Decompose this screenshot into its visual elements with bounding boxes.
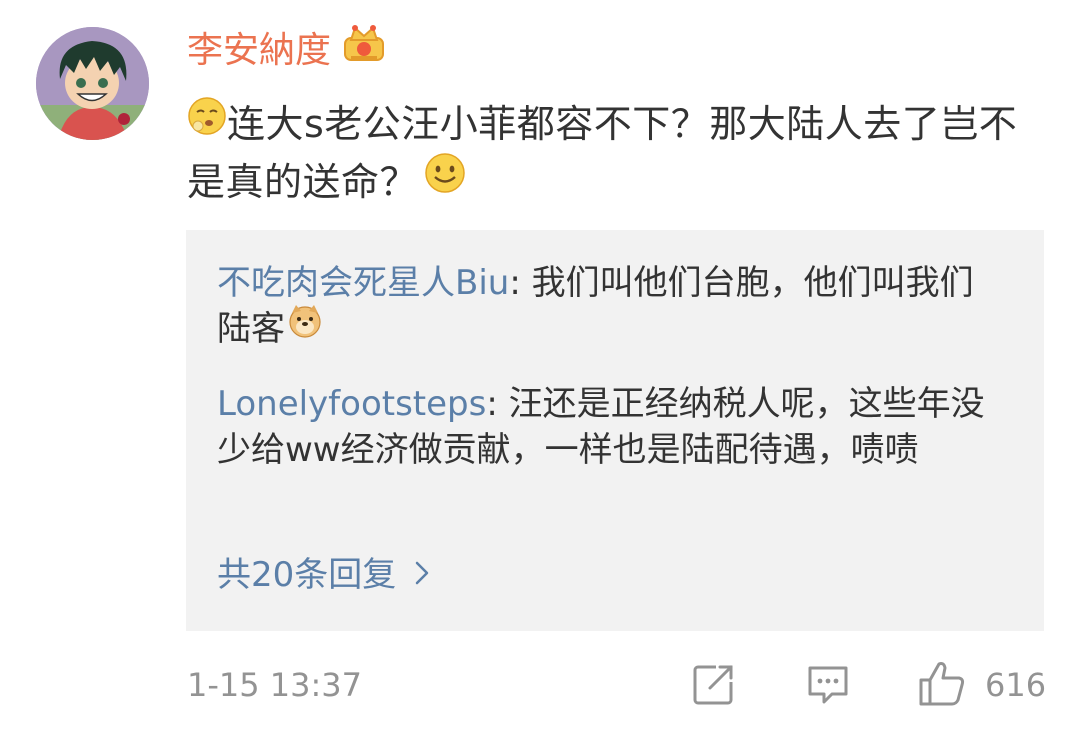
comment-icon bbox=[806, 666, 850, 710]
username-text[interactable]: 李安納度 bbox=[187, 30, 331, 71]
thumbs-up-icon bbox=[917, 662, 967, 712]
share-button[interactable] bbox=[692, 662, 736, 710]
comment-body: 连大s老公汪小菲都容不下？那大陆人去了岂不是真的送命？ bbox=[187, 102, 1018, 204]
reply-item[interactable]: Lonelyfootsteps: 汪还是正经纳税人呢，这些年没少给ww经济做贡献… bbox=[217, 381, 1007, 473]
crown-badge-icon bbox=[343, 22, 385, 76]
share-icon bbox=[692, 665, 736, 710]
reply-item[interactable]: 不吃肉会死星人Biu: 我们叫他们台胞，他们叫我们陆客 bbox=[217, 260, 1007, 352]
username[interactable]: 李安納度 bbox=[187, 25, 385, 76]
comment-text: 连大s老公汪小菲都容不下？那大陆人去了岂不是真的送命？ bbox=[187, 95, 1037, 211]
avatar[interactable] bbox=[36, 27, 149, 140]
comment-button[interactable] bbox=[806, 662, 850, 710]
reply-separator: : bbox=[486, 384, 509, 424]
reply-author[interactable]: Lonelyfootsteps bbox=[217, 384, 486, 424]
sleepy-face-emoji bbox=[187, 94, 227, 152]
chevron-right-icon bbox=[414, 552, 430, 598]
reply-separator: : bbox=[509, 263, 532, 303]
like-count: 616 bbox=[985, 666, 1047, 704]
replies-box[interactable]: 不吃肉会死星人Biu: 我们叫他们台胞，他们叫我们陆客 Lonelyfootst… bbox=[186, 230, 1044, 631]
reply-author[interactable]: 不吃肉会死星人Biu bbox=[217, 263, 509, 303]
more-replies-link[interactable]: 共20条回复 bbox=[217, 552, 430, 598]
comment-time: 1-15 13:37 bbox=[187, 666, 363, 704]
doge-emoji bbox=[287, 303, 323, 351]
smile-face-emoji bbox=[424, 152, 466, 210]
more-replies-label[interactable]: 共20条回复 bbox=[217, 555, 396, 595]
like-button[interactable] bbox=[917, 658, 967, 712]
